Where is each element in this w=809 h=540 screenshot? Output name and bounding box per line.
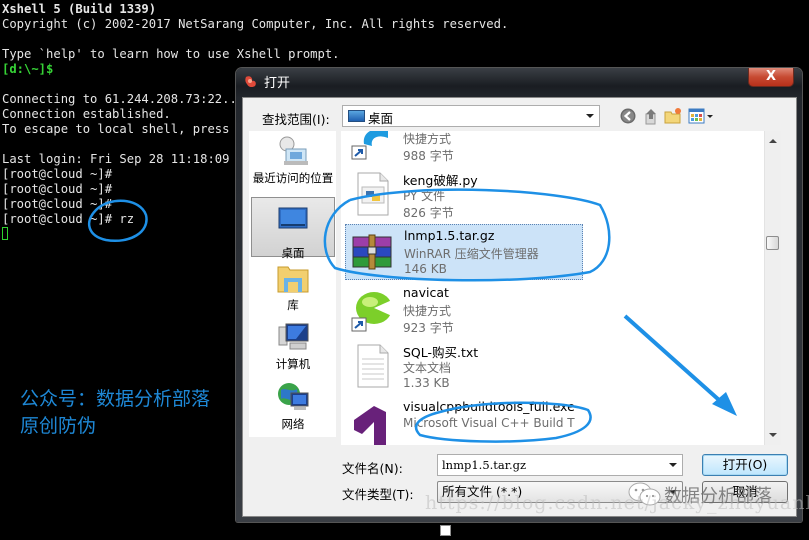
watermark-text: 公众号：数据分析部落	[20, 388, 211, 410]
file-type: 快捷方式	[403, 304, 452, 318]
winrar-archive-icon	[352, 234, 392, 270]
file-size: 1.33 KB	[403, 376, 450, 390]
file-item[interactable]: navicat 快捷方式 923 字节	[345, 282, 583, 338]
dialog-body: 查找范围(I): 桌面 最近访问的位置 桌面 库 计算机 网络 快捷方式 988…	[242, 97, 797, 539]
file-list-scrollbar[interactable]	[764, 131, 781, 445]
file-size: 826 字节	[403, 206, 454, 220]
terminal-line: Connecting to 61.244.208.73:22...	[2, 92, 245, 106]
computer-icon	[278, 323, 309, 350]
place-label: 库	[287, 298, 299, 312]
python-file-icon	[357, 172, 389, 216]
open-file-dialog: 打开 X 查找范围(I): 桌面 最近访问的位置 桌面 库 计算机 网络 快捷方…	[236, 68, 802, 539]
visual-studio-icon	[354, 406, 386, 445]
terminal-prompt: [d:\~]$	[2, 62, 54, 76]
file-item-selected[interactable]: lnmp1.5.tar.gz WinRAR 压缩文件管理器 146 KB	[345, 224, 583, 280]
file-item[interactable]: visualcppbuildtools_full.exe Microsoft V…	[345, 396, 583, 445]
file-name: lnmp1.5.tar.gz	[404, 228, 495, 243]
terminal-line: [root@cloud ~]# rz	[2, 212, 135, 226]
look-in-value: 桌面	[368, 111, 394, 126]
xshell-app-icon	[245, 76, 256, 88]
watermark-url: https://blog.csdn.net/jacky_zhuyuanlu	[425, 492, 809, 514]
terminal-line: Xshell 5 (Build 1339)	[2, 2, 157, 16]
look-in-dropdown[interactable]: 桌面	[342, 105, 600, 127]
scroll-up-icon[interactable]	[769, 139, 777, 143]
recent-places-icon	[279, 136, 308, 165]
network-icon	[278, 383, 309, 410]
file-name-label: 文件名(N):	[342, 461, 403, 476]
terminal-line: To escape to local shell, press 'C	[2, 122, 252, 136]
place-desktop[interactable]: 桌面	[251, 197, 335, 260]
file-type: 文本文档	[403, 361, 452, 375]
terminal-line: [root@cloud ~]#	[2, 167, 113, 181]
file-size: 146 KB	[404, 262, 447, 276]
dialog-title: 打开	[264, 76, 291, 91]
place-label: 计算机	[275, 357, 311, 371]
file-type: WinRAR 压缩文件管理器	[404, 247, 539, 261]
place-libraries[interactable]: 库	[251, 262, 335, 314]
navicat-icon	[351, 292, 392, 332]
chevron-down-icon	[586, 114, 594, 118]
file-item[interactable]: keng破解.py PY 文件 826 字节	[345, 167, 583, 223]
file-size: 923 字节	[403, 321, 454, 335]
scroll-down-icon[interactable]	[769, 433, 777, 437]
file-type: PY 文件	[403, 189, 446, 203]
file-item[interactable]: 快捷方式 988 字节	[345, 131, 583, 166]
place-label: 网络	[281, 417, 305, 431]
libraries-icon	[277, 266, 309, 293]
file-name: visualcppbuildtools_full.exe	[403, 399, 575, 414]
terminal-line: Copyright (c) 2002-2017 NetSarang Comput…	[2, 17, 509, 31]
send-ascii-label: 发送文件到ASCII	[455, 525, 547, 539]
up-folder-icon[interactable]	[642, 107, 660, 125]
file-list[interactable]: 快捷方式 988 字节 keng破解.py PY 文件 826 字节 lnmp1…	[341, 131, 781, 445]
view-menu-icon[interactable]	[688, 107, 714, 125]
close-button[interactable]: X	[748, 68, 794, 87]
terminal-line: Last login: Fri Sep 28 11:18:09 20	[2, 152, 252, 166]
look-in-label: 查找范围(I):	[262, 112, 330, 127]
watermark-text: 原创防伪	[20, 415, 97, 437]
terminal-cursor	[2, 227, 8, 240]
scroll-thumb[interactable]	[766, 236, 779, 250]
dialog-titlebar[interactable]: 打开 X	[236, 68, 802, 94]
new-folder-icon[interactable]	[664, 107, 682, 125]
send-ascii-checkbox[interactable]	[440, 525, 451, 536]
file-size: 988 字节	[403, 149, 454, 163]
places-bar: 最近访问的位置 桌面 库 计算机 网络	[249, 131, 336, 437]
place-computer[interactable]: 计算机	[251, 321, 335, 373]
text-file-icon	[357, 344, 389, 388]
back-icon[interactable]	[619, 107, 637, 125]
terminal-line: Connection established.	[2, 107, 171, 121]
file-type: 快捷方式	[403, 132, 452, 146]
file-name-input[interactable]: lnmp1.5.tar.gz	[437, 454, 683, 476]
shortcut-icon	[351, 131, 388, 160]
place-label: 最近访问的位置	[252, 171, 334, 185]
place-label: 桌面	[281, 246, 305, 260]
file-name: navicat	[403, 285, 449, 300]
file-name-value: lnmp1.5.tar.gz	[442, 458, 527, 472]
terminal-line: Type `help' to learn how to use Xshell p…	[2, 47, 340, 61]
terminal-line: [root@cloud ~]#	[2, 182, 113, 196]
file-type: Microsoft Visual C++ Build T	[403, 416, 575, 430]
chevron-down-icon[interactable]	[669, 463, 677, 467]
desktop-icon	[278, 207, 308, 229]
terminal-line: [root@cloud ~]#	[2, 197, 113, 211]
desktop-small-icon	[348, 110, 365, 122]
place-recent[interactable]: 最近访问的位置	[251, 131, 335, 193]
place-network[interactable]: 网络	[251, 381, 335, 433]
file-type-label: 文件类型(T):	[342, 487, 414, 502]
open-button[interactable]: 打开(O)	[702, 454, 788, 476]
file-item[interactable]: SQL-购买.txt 文本文档 1.33 KB	[345, 339, 583, 395]
